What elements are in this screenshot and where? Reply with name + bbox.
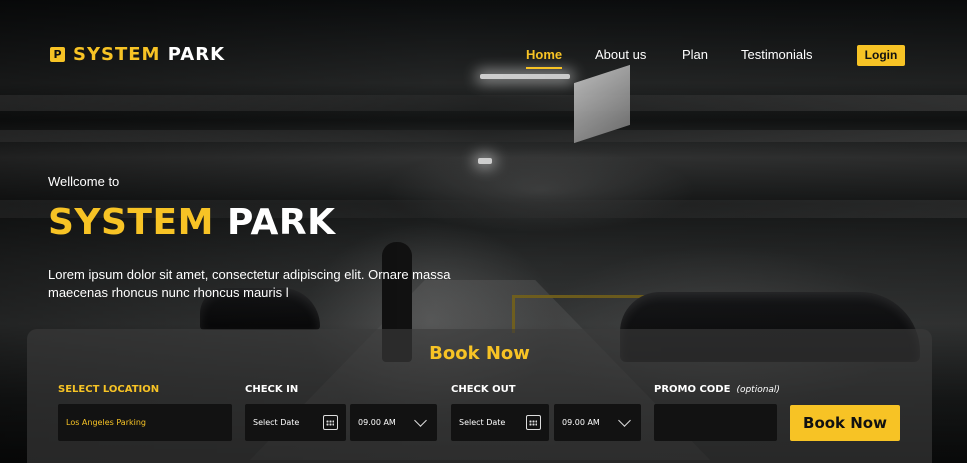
hero-title-part2: PARK [226, 202, 336, 243]
location-label: SELECT LOCATION [58, 384, 160, 395]
booking-title: Book Now [429, 343, 530, 364]
booking-panel: Book Now SELECT LOCATION CHECK IN CHECK … [27, 329, 932, 463]
nav-item-about[interactable]: About us [595, 47, 646, 62]
checkin-time-select[interactable]: 09.00 AM [350, 404, 437, 441]
location-value: Los Angeles Parking [66, 418, 146, 427]
hero-description: Lorem ipsum dolor sit amet, consectetur … [48, 267, 451, 300]
promo-label-text: PROMO CODE [654, 384, 731, 395]
nav-item-plan[interactable]: Plan [682, 47, 708, 62]
calendar-icon [323, 415, 338, 430]
hero-title: SYSTEM PARK [48, 202, 336, 243]
checkin-time-value: 09.00 AM [358, 418, 396, 427]
checkout-date-field[interactable]: Select Date [451, 404, 549, 441]
main-nav: Home About us Plan Testimonials [0, 47, 967, 69]
checkin-label: CHECK IN [245, 384, 299, 395]
book-now-button[interactable]: Book Now [790, 405, 900, 441]
chevron-down-icon [618, 414, 631, 427]
checkin-date-field[interactable]: Select Date [245, 404, 346, 441]
checkout-date-value: Select Date [459, 418, 506, 427]
checkout-time-value: 09.00 AM [562, 418, 600, 427]
welcome-text: Wellcome to [48, 174, 120, 189]
nav-item-testimonials[interactable]: Testimonials [741, 47, 813, 62]
nav-item-home[interactable]: Home [526, 47, 563, 69]
chevron-down-icon [414, 414, 427, 427]
hero-title-part1: SYSTEM [48, 202, 214, 243]
calendar-icon [526, 415, 541, 430]
checkout-time-select[interactable]: 09.00 AM [554, 404, 641, 441]
checkout-label: CHECK OUT [451, 384, 516, 395]
promo-label: PROMO CODE (optional) [654, 384, 780, 395]
location-select[interactable]: Los Angeles Parking [58, 404, 232, 441]
login-button[interactable]: Login [857, 45, 905, 66]
promo-optional-text: (optional) [736, 385, 780, 395]
promo-code-input[interactable] [654, 404, 777, 441]
checkin-date-value: Select Date [253, 418, 300, 427]
